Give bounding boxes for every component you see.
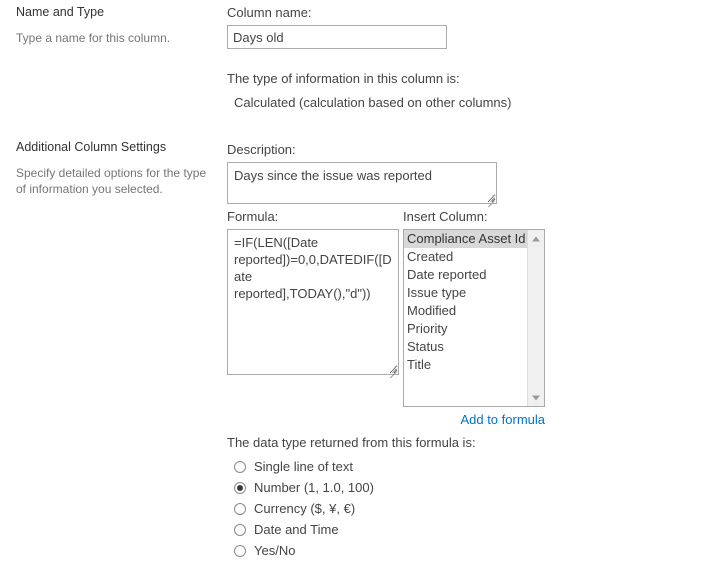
insert-column-label: Insert Column: [403, 209, 488, 224]
insert-column-option[interactable]: Compliance Asset Id [404, 230, 527, 248]
add-to-formula-link[interactable]: Add to formula [403, 412, 545, 427]
section-title: Additional Column Settings [16, 140, 167, 154]
scroll-down-arrow-icon[interactable] [528, 389, 544, 406]
radio-unselected-icon[interactable] [234, 460, 246, 473]
description-textarea-wrapper: Days since the issue was reported [227, 158, 497, 208]
data-type-radio-label: Single line of text [254, 459, 354, 474]
formula-field-group: Formula: =IF(LEN([Date reported])=0,0,DA… [227, 208, 399, 379]
data-type-radio-row[interactable]: Date and Time [234, 519, 476, 540]
column-name-input[interactable] [227, 25, 447, 49]
formula-textarea-wrapper: =IF(LEN([Date reported])=0,0,DATEDIF([Da… [227, 225, 399, 379]
column-name-label: Column name: [227, 5, 312, 20]
insert-column-option[interactable]: Priority [404, 320, 527, 338]
section-name-and-type: Name and Type Type a name for this colum… [16, 4, 216, 46]
insert-column-option[interactable]: Created [404, 248, 527, 266]
data-type-radio-row[interactable]: Yes/No [234, 540, 476, 561]
formula-label: Formula: [227, 209, 279, 224]
section-title: Name and Type [16, 5, 105, 19]
data-type-radio-row[interactable]: Number (1, 1.0, 100) [234, 477, 476, 498]
description-label: Description: [227, 142, 296, 157]
column-settings-page: Name and Type Type a name for this colum… [0, 0, 704, 570]
type-of-information-label: The type of information in this column i… [227, 71, 460, 86]
data-type-radio-label: Yes/No [254, 543, 296, 558]
insert-column-listbox[interactable]: Compliance Asset Id Created Date reported I… [403, 229, 545, 407]
insert-column-option[interactable]: Modified [404, 302, 527, 320]
insert-column-group: Insert Column: Compliance Asset Id Create… [403, 208, 545, 427]
insert-column-option[interactable]: Status [404, 338, 527, 356]
description-field-group: Description: Days since the issue was re… [227, 141, 497, 208]
data-type-group: The data type returned from this formula… [227, 434, 476, 561]
insert-column-option[interactable]: Date reported [404, 266, 527, 284]
radio-selected-icon[interactable] [234, 481, 246, 494]
section-description: Type a name for this column. [16, 31, 171, 45]
data-type-radio-row[interactable]: Single line of text [234, 456, 476, 477]
data-type-radio-group: Single line of text Number (1, 1.0, 100) C… [227, 456, 476, 561]
section-description: Specify detailed options for the type of… [16, 166, 207, 196]
radio-unselected-icon[interactable] [234, 523, 246, 536]
insert-column-option[interactable]: Title [404, 356, 527, 374]
data-type-label: The data type returned from this formula… [227, 435, 476, 450]
type-of-information-value: Calculated (calculation based on other c… [234, 95, 512, 110]
data-type-radio-label: Currency ($, ¥, €) [254, 501, 356, 516]
formula-textarea[interactable]: =IF(LEN([Date reported])=0,0,DATEDIF([Da… [227, 229, 399, 375]
description-textarea[interactable]: Days since the issue was reported [227, 162, 497, 204]
insert-column-option[interactable]: Issue type [404, 284, 527, 302]
column-name-field-group: Column name: [227, 4, 447, 49]
type-of-information-group: The type of information in this column i… [227, 70, 512, 111]
section-additional-column-settings: Additional Column Settings Specify detai… [16, 139, 216, 197]
data-type-radio-label: Number (1, 1.0, 100) [254, 480, 374, 495]
radio-unselected-icon[interactable] [234, 544, 246, 557]
data-type-radio-row[interactable]: Currency ($, ¥, €) [234, 498, 476, 519]
radio-unselected-icon[interactable] [234, 502, 246, 515]
insert-column-item-list: Compliance Asset Id Created Date reported I… [404, 230, 527, 406]
scroll-up-arrow-icon[interactable] [528, 230, 544, 247]
data-type-radio-label: Date and Time [254, 522, 339, 537]
listbox-scrollbar[interactable] [527, 230, 544, 406]
